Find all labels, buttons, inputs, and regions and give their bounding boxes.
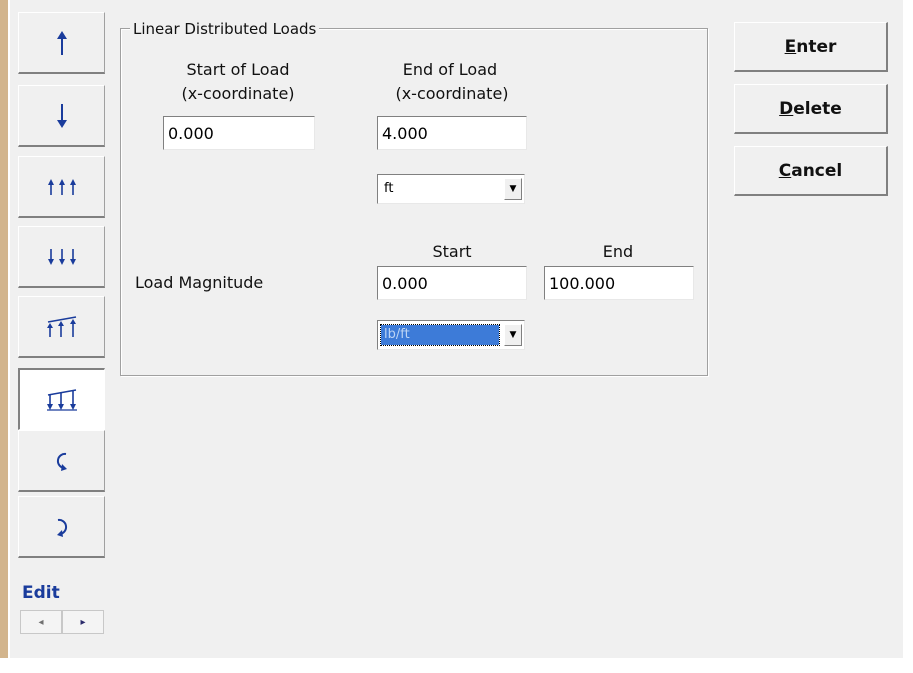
group-title: Linear Distributed Loads [130, 20, 320, 38]
length-unit-value: ft [384, 181, 394, 196]
moment-ccw-button[interactable] [18, 430, 105, 492]
cancel-mnemonic: C [778, 160, 792, 181]
uniform-load-down-button[interactable] [18, 226, 105, 288]
uniform-load-down-icon [47, 248, 76, 265]
delete-label: elete [793, 98, 842, 119]
force-unit-value: lb/ft [380, 324, 500, 346]
length-unit-select[interactable]: ft ▼ [377, 174, 525, 204]
chevron-down-icon: ▼ [509, 184, 517, 194]
chevron-down-icon: ▼ [509, 330, 517, 340]
start-of-load-sublabel: (x-coordinate) [181, 84, 295, 103]
moment-ccw-icon [56, 452, 67, 471]
uniform-load-up-icon [47, 178, 76, 195]
load-magnitude-label: Load Magnitude [135, 273, 264, 292]
scroll-right-button[interactable]: ▸ [62, 610, 104, 634]
enter-button[interactable]: Enter [734, 22, 888, 72]
right-margin [903, 0, 913, 673]
end-of-load-sublabel: (x-coordinate) [395, 84, 509, 103]
start-magnitude-input[interactable] [377, 266, 527, 300]
linear-load-down-button[interactable] [18, 368, 105, 430]
bottom-margin [0, 658, 913, 673]
cancel-button[interactable]: Cancel [734, 146, 888, 196]
uniform-load-up-button[interactable] [18, 156, 105, 218]
point-load-up-icon [56, 30, 67, 55]
moment-cw-icon [56, 518, 67, 537]
force-unit-select[interactable]: lb/ft ▼ [377, 320, 525, 350]
scroll-left-icon: ◂ [38, 616, 44, 628]
force-unit-dropdown-button[interactable]: ▼ [504, 324, 522, 346]
delete-mnemonic: D [779, 98, 794, 119]
scroll-left-button[interactable]: ◂ [20, 610, 62, 634]
start-of-load-label: Start of Load [186, 60, 290, 79]
edit-label: Edit [22, 583, 60, 603]
start-of-load-input[interactable] [163, 116, 315, 150]
moment-cw-button[interactable] [18, 496, 105, 558]
delete-button[interactable]: Delete [734, 84, 888, 134]
end-header: End [602, 242, 634, 261]
linear-load-up-icon [46, 315, 76, 337]
start-header: Start [432, 242, 472, 261]
enter-label: nter [796, 36, 837, 57]
linear-load-down-icon [47, 388, 77, 411]
window-left-edge [0, 0, 10, 673]
edit-scroller: ◂ ▸ [20, 610, 106, 634]
scroll-right-icon: ▸ [80, 616, 86, 628]
end-magnitude-input[interactable] [544, 266, 694, 300]
cancel-label: ancel [791, 160, 843, 181]
end-of-load-input[interactable] [377, 116, 527, 150]
length-unit-dropdown-button[interactable]: ▼ [504, 178, 522, 200]
enter-mnemonic: E [784, 36, 797, 57]
point-load-down-button[interactable] [18, 85, 105, 147]
point-load-down-icon [56, 103, 67, 128]
end-of-load-label: End of Load [402, 60, 498, 79]
point-load-up-button[interactable] [18, 12, 105, 74]
linear-load-up-button[interactable] [18, 296, 105, 358]
